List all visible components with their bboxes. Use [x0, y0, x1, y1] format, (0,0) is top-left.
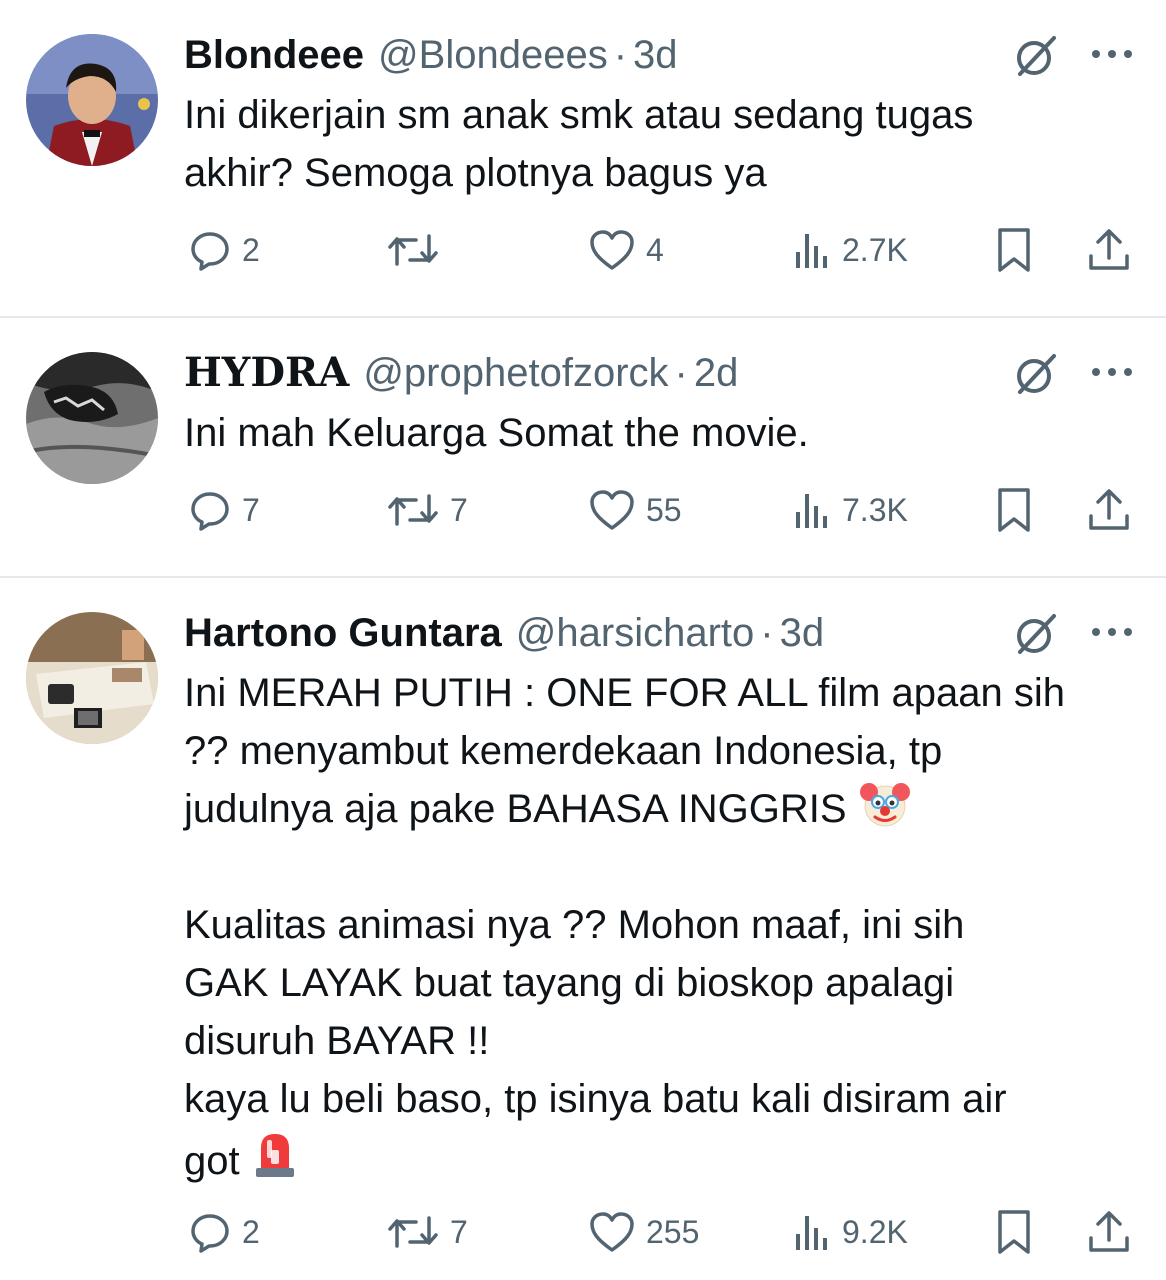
repost-button[interactable]: 7: [386, 484, 468, 536]
avatar[interactable]: [26, 352, 158, 484]
tweet-header: HYDRA @prophetofzorck · 2d: [184, 348, 738, 398]
share-icon: [1089, 229, 1129, 270]
repost-count: 7: [450, 491, 468, 528]
avatar[interactable]: [26, 34, 158, 166]
reply-count: 7: [242, 491, 260, 528]
views-count: 7.3K: [842, 491, 908, 528]
share-button[interactable]: [1086, 1206, 1132, 1258]
share-button[interactable]: [1086, 484, 1132, 536]
tweet-2[interactable]: HYDRA @prophetofzorck · 2d Ini mah Kelua…: [0, 318, 1166, 576]
reply-icon: [191, 232, 229, 271]
text-line: kaya lu beli baso, tp isinya batu kali d…: [184, 1077, 1007, 1121]
views-count: 9.2K: [842, 1213, 908, 1250]
reply-count: 2: [242, 231, 260, 268]
display-name[interactable]: HYDRA: [184, 348, 349, 398]
text-line: GAK LAYAK buat tayang di bioskop apalagi: [184, 961, 955, 1005]
grok-icon[interactable]: [1012, 610, 1060, 658]
like-count: 255: [646, 1213, 700, 1250]
tweet-3[interactable]: Hartono Guntara @harsicharto · 3d Ini ME…: [0, 578, 1166, 1280]
timestamp[interactable]: 3d: [633, 30, 678, 80]
like-icon: [590, 1212, 634, 1252]
tweet-1[interactable]: Blondeee @Blondeees · 3d Ini dikerjain s…: [0, 0, 1166, 316]
repost-count: 7: [450, 1213, 468, 1250]
text-line: ?? menyambut kemerdekaan Indonesia, tp: [184, 729, 943, 773]
repost-button[interactable]: [386, 224, 450, 276]
separator-dot: ·: [613, 33, 628, 77]
text-segment: judulnya aja pake BAHASA INGGRIS: [184, 787, 847, 831]
more-icon[interactable]: [1088, 364, 1136, 380]
tweet-text: Ini mah Keluarga Somat the movie.: [184, 411, 809, 455]
separator-dot: ·: [760, 611, 774, 655]
like-button[interactable]: 55: [588, 484, 682, 536]
share-icon: [1089, 489, 1129, 530]
views-button[interactable]: 9.2K: [792, 1206, 908, 1258]
grok-icon[interactable]: [1012, 350, 1060, 398]
text-line: Ini MERAH PUTIH : ONE FOR ALL film apaan…: [184, 671, 1065, 715]
separator-dot: ·: [674, 351, 688, 395]
action-bar: 7 7 55 7.3K: [184, 484, 1144, 536]
display-name[interactable]: Blondeee: [184, 30, 364, 80]
tweet-text: Ini dikerjain sm anak smk atau sedang tu…: [184, 93, 974, 195]
user-handle[interactable]: @prophetofzorck: [363, 348, 668, 398]
reply-count: 2: [242, 1213, 260, 1250]
repost-icon: [388, 234, 438, 266]
grok-icon[interactable]: [1012, 32, 1060, 80]
like-icon: [590, 490, 634, 530]
avatar[interactable]: [26, 612, 158, 744]
tweet-text: Ini MERAH PUTIH : ONE FOR ALL film apaan…: [184, 664, 1144, 1190]
reply-button[interactable]: 2: [188, 1206, 260, 1258]
more-icon[interactable]: [1088, 624, 1136, 640]
views-button[interactable]: 7.3K: [792, 484, 908, 536]
views-button[interactable]: 2.7K: [792, 224, 908, 276]
reply-button[interactable]: 2: [188, 224, 260, 276]
like-icon: [590, 230, 634, 270]
display-name[interactable]: Hartono Guntara: [184, 608, 502, 658]
text-line: judulnya aja pake BAHASA INGGRIS: [184, 780, 1144, 838]
timestamp[interactable]: 2d: [694, 348, 739, 398]
action-bar: 2 4 2.7K: [184, 224, 1144, 276]
bookmark-icon: [998, 1210, 1030, 1254]
user-handle[interactable]: @harsicharto: [516, 608, 754, 658]
reply-icon: [191, 492, 229, 531]
views-icon: [796, 494, 827, 528]
repost-icon: [388, 494, 438, 526]
tweet-header: Hartono Guntara @harsicharto · 3d: [184, 608, 824, 658]
share-icon: [1089, 1211, 1129, 1252]
text-line: disuruh BAYAR !!: [184, 1019, 490, 1063]
views-count: 2.7K: [842, 231, 908, 268]
reply-button[interactable]: 7: [188, 484, 260, 536]
text-segment: got: [184, 1139, 240, 1183]
views-icon: [796, 234, 827, 268]
repost-button[interactable]: 7: [386, 1206, 468, 1258]
like-count: 4: [646, 231, 664, 268]
bookmark-button[interactable]: [994, 224, 1034, 276]
user-handle[interactable]: @Blondeees: [378, 30, 608, 80]
clown-emoji: [859, 783, 910, 827]
bookmark-icon: [998, 488, 1030, 532]
text-line: got: [184, 1128, 1144, 1190]
action-bar: 2 7 255 9.2K: [184, 1206, 1144, 1258]
text-line: Kualitas animasi nya ?? Mohon maaf, ini …: [184, 903, 965, 947]
siren-emoji: [255, 1134, 294, 1177]
bookmark-button[interactable]: [994, 1206, 1034, 1258]
bookmark-icon: [998, 228, 1030, 272]
like-button[interactable]: 255: [588, 1206, 699, 1258]
like-button[interactable]: 4: [588, 224, 664, 276]
share-button[interactable]: [1086, 224, 1132, 276]
reply-icon: [191, 1214, 229, 1253]
more-icon[interactable]: [1088, 46, 1136, 62]
like-count: 55: [646, 491, 682, 528]
bookmark-button[interactable]: [994, 484, 1034, 536]
repost-icon: [388, 1216, 438, 1248]
views-icon: [796, 1216, 827, 1250]
timestamp[interactable]: 3d: [780, 608, 825, 658]
tweet-header: Blondeee @Blondeees · 3d: [184, 30, 678, 80]
